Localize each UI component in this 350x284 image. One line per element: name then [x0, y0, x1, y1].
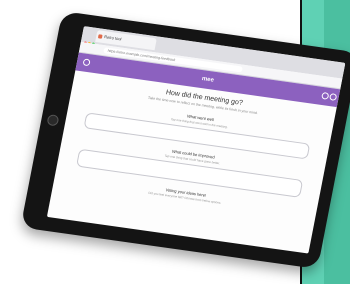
- tablet-device: Retro tool https://retro.example.com/mee…: [20, 10, 350, 270]
- tablet-screen: Retro tool https://retro.example.com/mee…: [46, 26, 346, 254]
- tab-title: Retro tool: [103, 34, 122, 42]
- menu-icon[interactable]: [82, 58, 91, 67]
- help-icon[interactable]: [321, 91, 330, 100]
- settings-icon[interactable]: [329, 93, 338, 101]
- scene: Retro tool https://retro.example.com/mee…: [0, 0, 350, 284]
- app-logo: mee: [201, 76, 215, 84]
- tab-favicon-icon: [97, 34, 103, 39]
